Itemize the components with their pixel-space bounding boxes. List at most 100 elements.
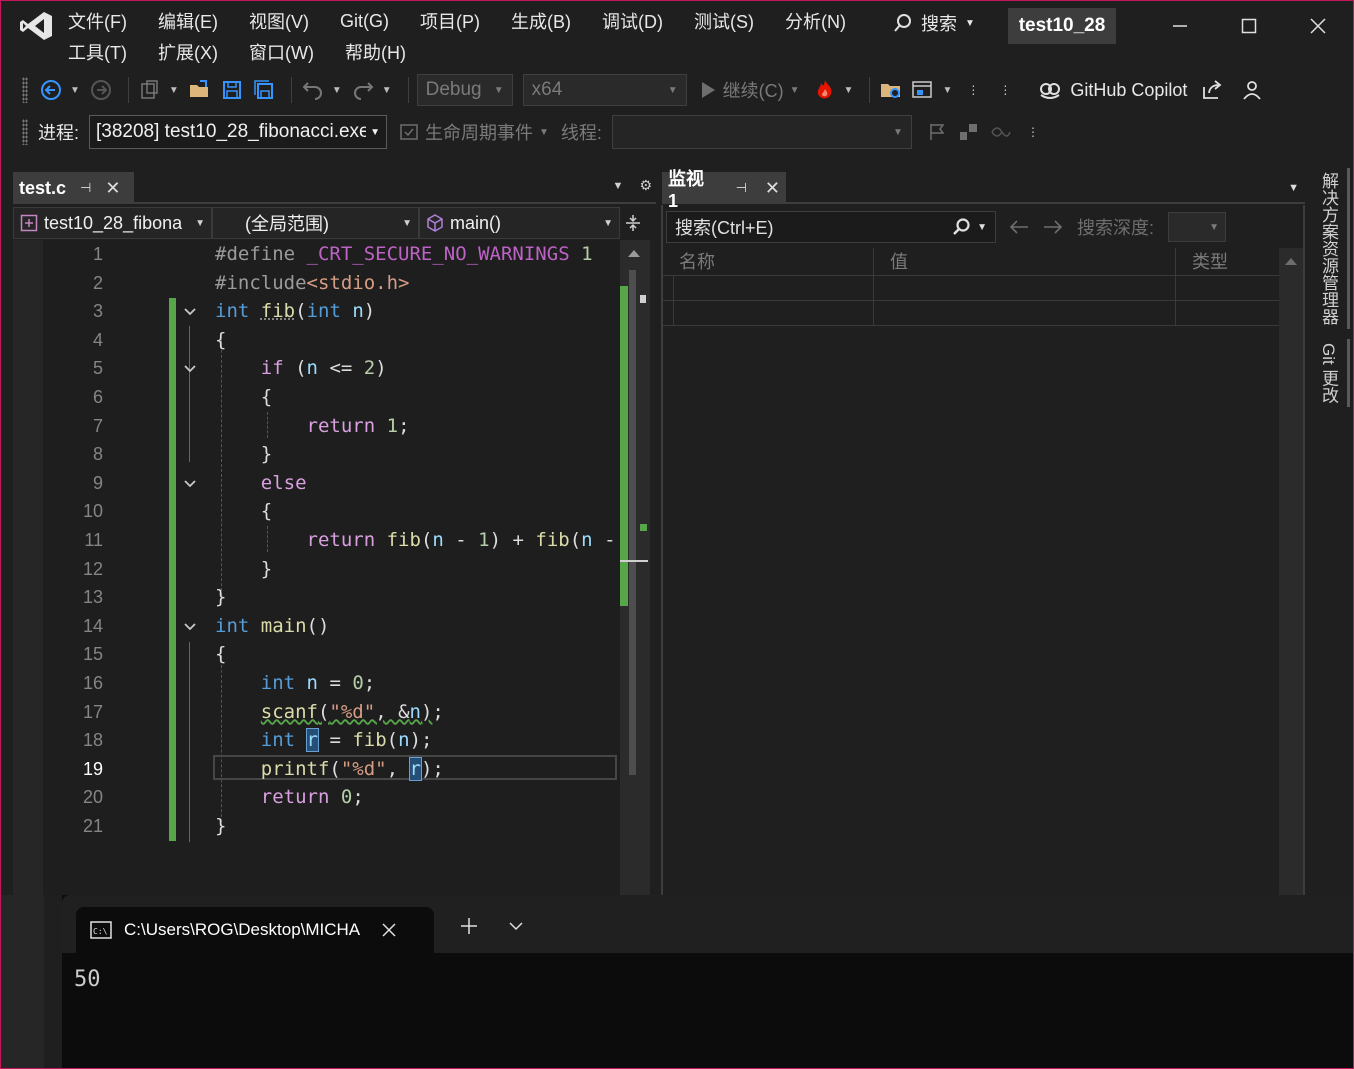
scroll-up-arrow-icon[interactable] (1284, 256, 1298, 266)
method-cube-icon (427, 214, 443, 232)
hot-reload-button[interactable] (812, 77, 838, 103)
tab-list-dropdown-icon[interactable]: ▼ (1288, 182, 1299, 194)
code-editor[interactable]: 1 2 3 4 5 6 7 8 9 10 11 12 13 14 15 16 17 18 19 20 21 #defin… (13, 240, 620, 895)
close-tab-icon[interactable]: ✕ (105, 178, 120, 199)
search-depth-label: 搜索深度: (1077, 218, 1155, 238)
toolbar-overflow-button-3[interactable]: ⋮ (1020, 119, 1046, 145)
tab-test-c[interactable]: test.c ⊣ ✕ (13, 172, 134, 204)
menu-item-row1-7[interactable]: 测试(S) (694, 8, 769, 34)
scrollbar-thumb[interactable] (629, 270, 636, 775)
menu-item-row2-1[interactable]: 扩展(X) (158, 39, 233, 65)
new-project-button[interactable] (137, 77, 163, 103)
stack-frame-button[interactable] (956, 119, 982, 145)
menu-item-row1-5[interactable]: 生成(B) (511, 8, 586, 34)
chevron-down-icon[interactable]: ▼ (169, 85, 179, 96)
chevron-down-icon[interactable]: ▼ (844, 85, 854, 96)
chevron-down-icon[interactable]: ▼ (382, 85, 392, 96)
debug-location-toolbar: 进程: [38208] test10_28_fibonacci.exe ▼ 生命… (0, 112, 1354, 152)
search-next-arrow-icon[interactable] (1043, 219, 1063, 235)
watch-vertical-scrollbar[interactable] (1279, 248, 1303, 895)
new-project-icon (141, 80, 158, 99)
process-label: 进程: (38, 123, 80, 143)
toolbar-grip[interactable] (22, 119, 28, 145)
close-tab-icon[interactable]: ✕ (765, 178, 780, 199)
toolbar-overflow-button-1[interactable]: ⋮ (960, 77, 986, 103)
search-depth-combo[interactable]: ▼ (1168, 212, 1227, 242)
column-header-type[interactable]: 类型 (1176, 248, 1279, 275)
navigate-forward-button[interactable] (88, 77, 114, 103)
console-tab[interactable]: C:\ C:\Users\ROG\Desktop\MICHA (76, 907, 434, 953)
minimize-button[interactable] (1160, 10, 1200, 42)
show-threads-in-source-button[interactable] (988, 119, 1014, 145)
scroll-up-arrow-icon[interactable] (627, 248, 641, 258)
side-tab-solution-explorer[interactable]: 解决方案资源管理器 (1310, 168, 1350, 329)
github-copilot-button[interactable]: GitHub Copilot (1038, 79, 1187, 101)
editor-navigation-bar: test10_28_fibona ▼ (全局范围) ▼ main() ▼ (13, 207, 646, 239)
window-layout-button[interactable] (910, 77, 936, 103)
minimize-icon (1173, 25, 1187, 27)
new-tab-button[interactable] (460, 915, 478, 941)
menu-item-row1-0[interactable]: 文件(F) (68, 8, 142, 34)
menu-item-row1-6[interactable]: 调试(D) (602, 8, 678, 34)
solution-platform-combo[interactable]: x64 ▼ (522, 74, 687, 106)
menu-item-row1-3[interactable]: Git(G) (340, 11, 404, 32)
solution-configuration-combo[interactable]: Debug ▼ (416, 74, 513, 106)
caret-marker (640, 295, 646, 303)
feedback-button[interactable] (1239, 77, 1265, 103)
tab-dropdown-button[interactable] (508, 915, 524, 941)
search-previous-arrow-icon[interactable] (1009, 219, 1029, 235)
column-header-name[interactable]: 名称 (663, 248, 874, 275)
chevron-down-icon[interactable]: ▼ (942, 85, 952, 96)
tab-list-dropdown-icon[interactable]: ▼ (613, 177, 624, 194)
project-combo[interactable]: test10_28_fibona ▼ (13, 207, 212, 239)
gear-icon[interactable]: ⚙ (639, 177, 652, 194)
threads-icon (991, 127, 1011, 137)
navigate-back-button[interactable] (38, 77, 64, 103)
redo-button[interactable] (350, 77, 376, 103)
console-icon: C:\ (90, 921, 112, 939)
solution-explorer-button[interactable] (878, 77, 904, 103)
toolbar-grip[interactable] (22, 77, 28, 103)
title-search-box[interactable]: 搜索 ▼ (893, 8, 975, 38)
flag-threads-button[interactable] (924, 119, 950, 145)
chevron-down-icon[interactable]: ▼ (332, 85, 342, 96)
column-header-value[interactable]: 值 (874, 248, 1176, 275)
side-tab-git-changes[interactable]: Git 更改 (1310, 339, 1350, 408)
editor-vertical-scrollbar[interactable] (620, 240, 650, 895)
close-icon[interactable] (382, 923, 396, 937)
split-window-button[interactable] (620, 207, 646, 239)
member-combo[interactable]: main() ▼ (419, 207, 620, 239)
menu-item-row2-2[interactable]: 窗口(W) (249, 39, 329, 65)
console-window[interactable]: C:\ C:\Users\ROG\Desktop\MICHA 50 (62, 895, 1354, 1069)
toolbar-overflow-button-2[interactable]: ⋮ (992, 77, 1018, 103)
watch-row-empty[interactable] (663, 301, 1279, 326)
save-button[interactable] (219, 77, 245, 103)
pin-tab-icon[interactable]: ⊣ (80, 180, 91, 196)
lifecycle-events-button[interactable]: 生命周期事件 ▼ (399, 119, 549, 145)
menu-item-row1-4[interactable]: 项目(P) (420, 8, 495, 34)
svg-text:C:\: C:\ (93, 927, 108, 936)
thread-combo[interactable]: ▼ (611, 115, 912, 149)
undo-button[interactable] (300, 77, 326, 103)
share-button[interactable] (1199, 77, 1225, 103)
open-file-button[interactable] (187, 77, 213, 103)
watch-search-input[interactable]: 搜索(Ctrl+E) ▼ (666, 211, 996, 243)
watch-grid-header: 名称 值 类型 (663, 248, 1279, 276)
menu-item-row1-2[interactable]: 视图(V) (249, 8, 324, 34)
chevron-down-icon[interactable]: ▼ (70, 85, 80, 96)
process-combo[interactable]: [38208] test10_28_fibonacci.exe ▼ (89, 115, 388, 149)
scope-combo[interactable]: (全局范围) ▼ (212, 207, 419, 239)
menu-item-row1-8[interactable]: 分析(N) (785, 8, 861, 34)
continue-button[interactable]: 继续(C) ▼ (699, 77, 800, 103)
current-line-marker (620, 560, 648, 562)
watch-row-empty[interactable] (663, 276, 1279, 301)
menu-item-row1-1[interactable]: 编辑(E) (158, 8, 233, 34)
console-output: 50 (74, 967, 101, 992)
menu-item-row2-0[interactable]: 工具(T) (68, 39, 142, 65)
tab-watch-1[interactable]: 监视 1 ⊣ ✕ (662, 169, 786, 211)
save-all-button[interactable] (251, 77, 277, 103)
menu-item-row2-3[interactable]: 帮助(H) (345, 39, 421, 65)
close-window-button[interactable] (1298, 10, 1338, 42)
maximize-button[interactable] (1229, 10, 1269, 42)
pin-tab-icon[interactable]: ⊣ (736, 180, 747, 196)
